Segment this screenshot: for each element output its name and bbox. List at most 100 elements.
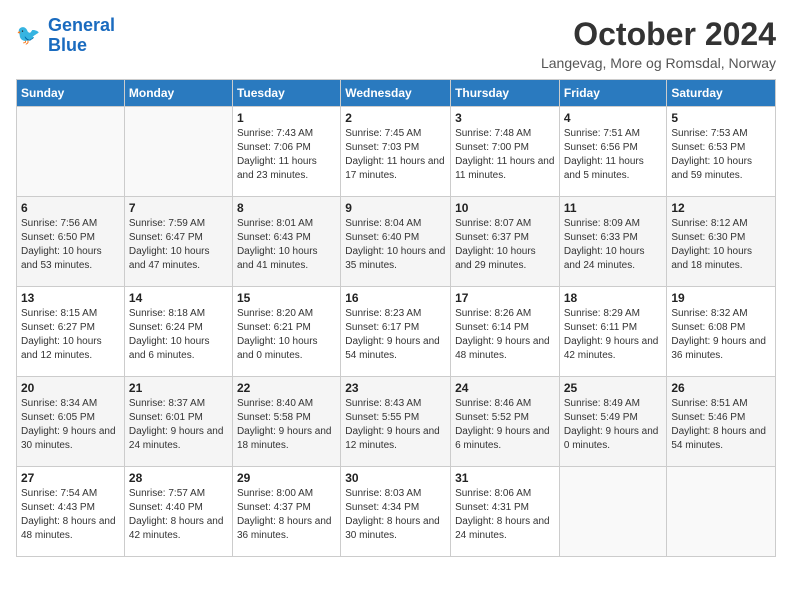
sunrise-text: Sunrise: 8:18 AM	[129, 308, 205, 319]
sunset-text: Sunset: 6:27 PM	[21, 322, 95, 333]
day-number: 4	[564, 111, 663, 125]
calendar-cell: 4 Sunrise: 7:51 AM Sunset: 6:56 PM Dayli…	[559, 107, 667, 197]
calendar-header-row: SundayMondayTuesdayWednesdayThursdayFrid…	[17, 80, 776, 107]
sunset-text: Sunset: 6:08 PM	[671, 322, 745, 333]
calendar-cell: 2 Sunrise: 7:45 AM Sunset: 7:03 PM Dayli…	[341, 107, 451, 197]
calendar-cell	[124, 107, 232, 197]
day-info: Sunrise: 7:56 AM Sunset: 6:50 PM Dayligh…	[21, 217, 120, 273]
sunset-text: Sunset: 5:55 PM	[345, 412, 419, 423]
sunrise-text: Sunrise: 7:56 AM	[21, 218, 97, 229]
sunrise-text: Sunrise: 7:43 AM	[237, 128, 313, 139]
sunset-text: Sunset: 6:05 PM	[21, 412, 95, 423]
calendar-cell: 27 Sunrise: 7:54 AM Sunset: 4:43 PM Dayl…	[17, 467, 125, 557]
day-number: 29	[237, 471, 336, 485]
calendar-cell: 29 Sunrise: 8:00 AM Sunset: 4:37 PM Dayl…	[232, 467, 340, 557]
day-info: Sunrise: 8:40 AM Sunset: 5:58 PM Dayligh…	[237, 397, 336, 453]
sunrise-text: Sunrise: 8:12 AM	[671, 218, 747, 229]
daylight-text: Daylight: 11 hours and 5 minutes.	[564, 156, 644, 181]
day-number: 2	[345, 111, 446, 125]
day-number: 5	[671, 111, 771, 125]
calendar-cell	[559, 467, 667, 557]
sunrise-text: Sunrise: 8:26 AM	[455, 308, 531, 319]
calendar-cell: 17 Sunrise: 8:26 AM Sunset: 6:14 PM Dayl…	[451, 287, 560, 377]
sunrise-text: Sunrise: 7:45 AM	[345, 128, 421, 139]
calendar-cell: 13 Sunrise: 8:15 AM Sunset: 6:27 PM Dayl…	[17, 287, 125, 377]
sunrise-text: Sunrise: 8:40 AM	[237, 398, 313, 409]
daylight-text: Daylight: 10 hours and 0 minutes.	[237, 336, 318, 361]
sunrise-text: Sunrise: 8:43 AM	[345, 398, 421, 409]
calendar-cell: 10 Sunrise: 8:07 AM Sunset: 6:37 PM Dayl…	[451, 197, 560, 287]
calendar-cell: 18 Sunrise: 8:29 AM Sunset: 6:11 PM Dayl…	[559, 287, 667, 377]
sunrise-text: Sunrise: 8:15 AM	[21, 308, 97, 319]
sunset-text: Sunset: 6:37 PM	[455, 232, 529, 243]
day-number: 17	[455, 291, 555, 305]
logo-icon: 🐦	[16, 22, 44, 50]
day-info: Sunrise: 8:46 AM Sunset: 5:52 PM Dayligh…	[455, 397, 555, 453]
sunset-text: Sunset: 6:47 PM	[129, 232, 203, 243]
calendar-cell: 14 Sunrise: 8:18 AM Sunset: 6:24 PM Dayl…	[124, 287, 232, 377]
day-number: 7	[129, 201, 228, 215]
sunset-text: Sunset: 6:30 PM	[671, 232, 745, 243]
sunset-text: Sunset: 7:06 PM	[237, 142, 311, 153]
day-number: 9	[345, 201, 446, 215]
sunset-text: Sunset: 6:11 PM	[564, 322, 637, 333]
daylight-text: Daylight: 11 hours and 17 minutes.	[345, 156, 444, 181]
calendar-week-row: 1 Sunrise: 7:43 AM Sunset: 7:06 PM Dayli…	[17, 107, 776, 197]
sunrise-text: Sunrise: 8:37 AM	[129, 398, 205, 409]
sunset-text: Sunset: 4:40 PM	[129, 502, 203, 513]
col-header-friday: Friday	[559, 80, 667, 107]
col-header-thursday: Thursday	[451, 80, 560, 107]
daylight-text: Daylight: 9 hours and 36 minutes.	[671, 336, 766, 361]
day-number: 27	[21, 471, 120, 485]
sunset-text: Sunset: 4:31 PM	[455, 502, 529, 513]
daylight-text: Daylight: 8 hours and 24 minutes.	[455, 516, 550, 541]
calendar-cell: 9 Sunrise: 8:04 AM Sunset: 6:40 PM Dayli…	[341, 197, 451, 287]
col-header-sunday: Sunday	[17, 80, 125, 107]
day-info: Sunrise: 8:09 AM Sunset: 6:33 PM Dayligh…	[564, 217, 663, 273]
daylight-text: Daylight: 8 hours and 48 minutes.	[21, 516, 116, 541]
calendar-cell: 28 Sunrise: 7:57 AM Sunset: 4:40 PM Dayl…	[124, 467, 232, 557]
daylight-text: Daylight: 8 hours and 42 minutes.	[129, 516, 224, 541]
day-info: Sunrise: 7:57 AM Sunset: 4:40 PM Dayligh…	[129, 487, 228, 543]
sunset-text: Sunset: 6:56 PM	[564, 142, 638, 153]
sunset-text: Sunset: 6:33 PM	[564, 232, 638, 243]
calendar-week-row: 6 Sunrise: 7:56 AM Sunset: 6:50 PM Dayli…	[17, 197, 776, 287]
calendar-cell: 1 Sunrise: 7:43 AM Sunset: 7:06 PM Dayli…	[232, 107, 340, 197]
sunrise-text: Sunrise: 8:04 AM	[345, 218, 421, 229]
day-info: Sunrise: 8:34 AM Sunset: 6:05 PM Dayligh…	[21, 397, 120, 453]
daylight-text: Daylight: 9 hours and 24 minutes.	[129, 426, 224, 451]
day-info: Sunrise: 8:18 AM Sunset: 6:24 PM Dayligh…	[129, 307, 228, 363]
day-info: Sunrise: 8:51 AM Sunset: 5:46 PM Dayligh…	[671, 397, 771, 453]
day-info: Sunrise: 8:37 AM Sunset: 6:01 PM Dayligh…	[129, 397, 228, 453]
day-number: 8	[237, 201, 336, 215]
day-info: Sunrise: 8:00 AM Sunset: 4:37 PM Dayligh…	[237, 487, 336, 543]
day-info: Sunrise: 8:04 AM Sunset: 6:40 PM Dayligh…	[345, 217, 446, 273]
calendar-week-row: 27 Sunrise: 7:54 AM Sunset: 4:43 PM Dayl…	[17, 467, 776, 557]
day-number: 18	[564, 291, 663, 305]
day-info: Sunrise: 8:15 AM Sunset: 6:27 PM Dayligh…	[21, 307, 120, 363]
svg-text:🐦: 🐦	[16, 24, 40, 46]
daylight-text: Daylight: 9 hours and 48 minutes.	[455, 336, 550, 361]
page-header: 🐦 General Blue October 2024 Langevag, Mo…	[16, 16, 776, 71]
day-info: Sunrise: 7:59 AM Sunset: 6:47 PM Dayligh…	[129, 217, 228, 273]
sunset-text: Sunset: 6:14 PM	[455, 322, 529, 333]
day-info: Sunrise: 8:49 AM Sunset: 5:49 PM Dayligh…	[564, 397, 663, 453]
sunset-text: Sunset: 5:49 PM	[564, 412, 638, 423]
sunset-text: Sunset: 4:37 PM	[237, 502, 311, 513]
calendar-cell: 11 Sunrise: 8:09 AM Sunset: 6:33 PM Dayl…	[559, 197, 667, 287]
day-info: Sunrise: 8:12 AM Sunset: 6:30 PM Dayligh…	[671, 217, 771, 273]
day-info: Sunrise: 8:23 AM Sunset: 6:17 PM Dayligh…	[345, 307, 446, 363]
day-number: 25	[564, 381, 663, 395]
daylight-text: Daylight: 10 hours and 59 minutes.	[671, 156, 752, 181]
sunrise-text: Sunrise: 8:23 AM	[345, 308, 421, 319]
sunrise-text: Sunrise: 7:53 AM	[671, 128, 747, 139]
calendar-cell: 8 Sunrise: 8:01 AM Sunset: 6:43 PM Dayli…	[232, 197, 340, 287]
daylight-text: Daylight: 10 hours and 41 minutes.	[237, 246, 318, 271]
location-text: Langevag, More og Romsdal, Norway	[541, 55, 776, 71]
sunset-text: Sunset: 6:40 PM	[345, 232, 419, 243]
calendar-cell: 5 Sunrise: 7:53 AM Sunset: 6:53 PM Dayli…	[667, 107, 776, 197]
day-info: Sunrise: 7:53 AM Sunset: 6:53 PM Dayligh…	[671, 127, 771, 183]
daylight-text: Daylight: 8 hours and 30 minutes.	[345, 516, 440, 541]
day-info: Sunrise: 7:45 AM Sunset: 7:03 PM Dayligh…	[345, 127, 446, 183]
day-number: 3	[455, 111, 555, 125]
